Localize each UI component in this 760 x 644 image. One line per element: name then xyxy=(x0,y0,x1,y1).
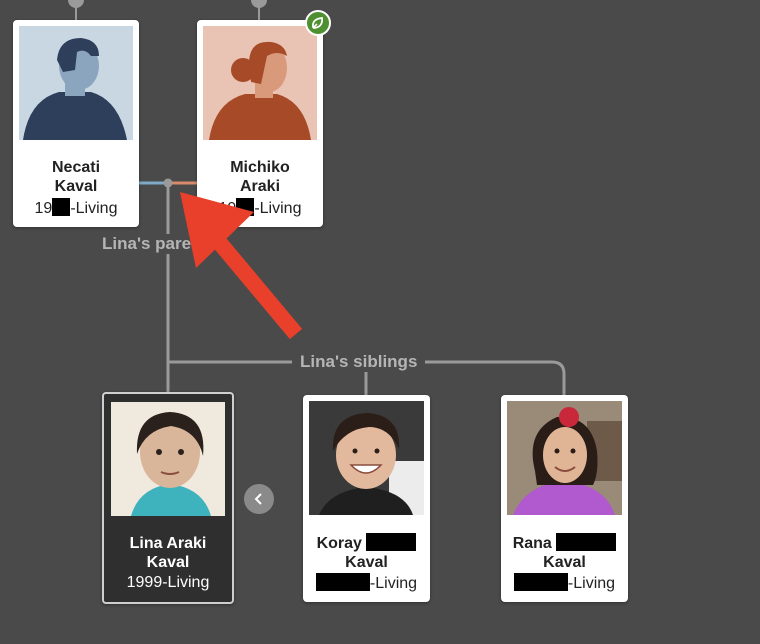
person-photo xyxy=(111,402,225,516)
person-dates: -Living xyxy=(303,573,430,593)
person-dates: 19 -Living xyxy=(34,198,118,217)
redaction-box xyxy=(236,198,255,216)
parents-group-label: Lina's parents xyxy=(94,234,225,254)
siblings-group-label: Lina's siblings xyxy=(292,352,426,372)
person-photo xyxy=(507,401,622,515)
chevron-left-icon xyxy=(254,493,262,505)
person-name: Rana Kaval xyxy=(501,533,628,572)
person-dates: 19 -Living xyxy=(218,198,302,217)
person-card-koray[interactable]: Koray Kaval -Living xyxy=(303,395,430,602)
person-name: Lina Araki Kaval xyxy=(129,535,207,571)
female-silhouette-avatar xyxy=(203,26,317,140)
redaction-box xyxy=(366,533,417,551)
person-name: Necati Kaval xyxy=(51,159,101,195)
redaction-box xyxy=(315,573,370,591)
person-card-michiko[interactable]: Michiko Araki 19 -Living xyxy=(197,20,323,227)
redaction-box xyxy=(52,198,71,216)
redaction-box xyxy=(513,573,568,591)
leaf-hint-icon[interactable] xyxy=(305,10,331,36)
male-silhouette-avatar xyxy=(19,26,133,140)
person-name: Koray Kaval xyxy=(303,533,430,572)
person-dates: -Living xyxy=(501,573,628,593)
previous-button[interactable] xyxy=(244,484,274,514)
person-photo xyxy=(309,401,424,515)
person-card-necati[interactable]: Necati Kaval 19 -Living xyxy=(13,20,139,227)
person-dates: 1999-Living xyxy=(126,574,210,591)
redaction-box xyxy=(556,533,617,551)
person-card-rana[interactable]: Rana Kaval -Living xyxy=(501,395,628,602)
person-card-lina[interactable]: Lina Araki Kaval 1999-Living xyxy=(102,392,234,604)
person-name: Michiko Araki xyxy=(230,159,290,195)
